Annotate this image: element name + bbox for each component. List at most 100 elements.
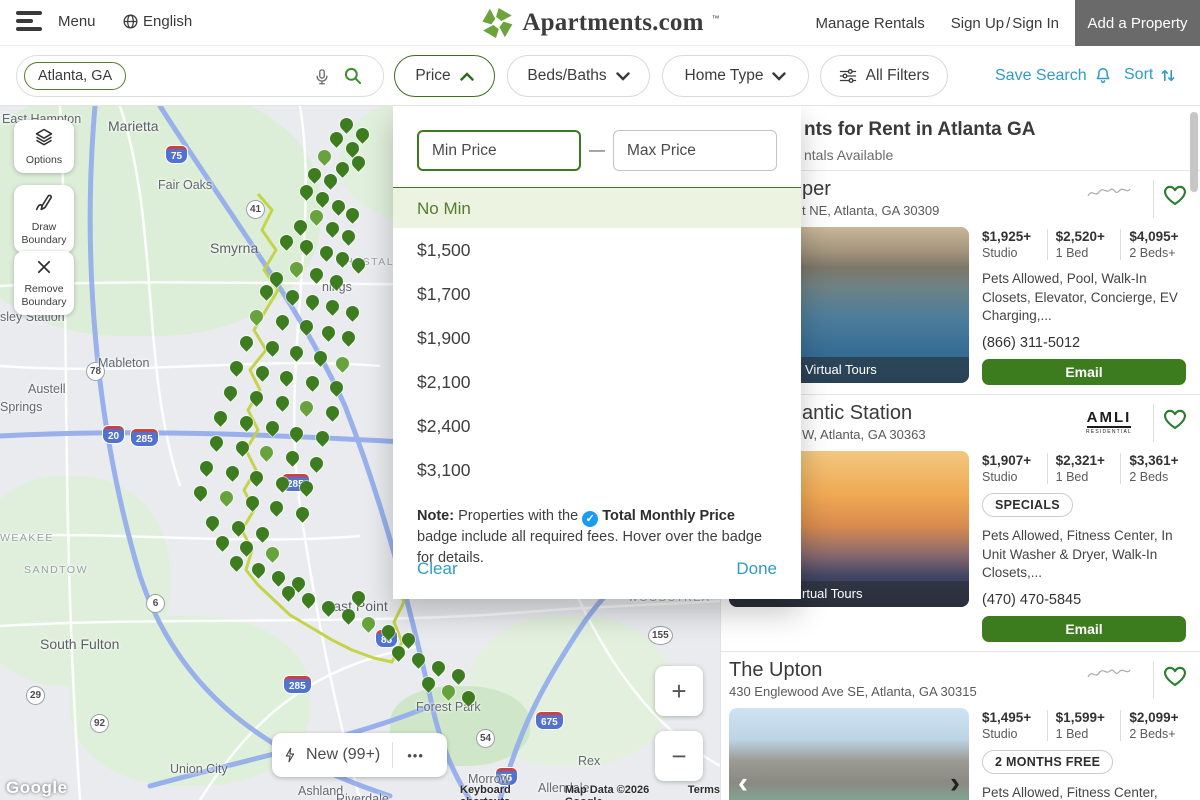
sign-in-link[interactable]: Sign In [1012, 15, 1059, 32]
divider [1047, 229, 1048, 260]
price-option[interactable]: $1,500 [393, 228, 801, 272]
new-listings-label: New (99+) [306, 746, 380, 764]
price-cell: $2,520+1 Bed [1056, 229, 1113, 260]
management-script-logo [1086, 185, 1132, 201]
sign-up-link[interactable]: Sign Up [951, 15, 1004, 32]
results-count: ntals Available [804, 147, 893, 163]
clear-button[interactable]: Clear [417, 559, 458, 579]
terms-link[interactable]: Terms [688, 784, 720, 800]
map-place-label: Rex [578, 754, 600, 768]
price-option[interactable]: $2,400 [393, 404, 801, 448]
sort-link[interactable]: Sort [1124, 66, 1176, 84]
amenities-text: Pets Allowed, Pool, Walk-In Closets, Ele… [982, 270, 1186, 326]
map-place-label: Smyrna [210, 240, 258, 256]
location-chip[interactable]: Atlanta, GA [24, 62, 126, 90]
apartments-logo[interactable]: Apartments.com™ [480, 6, 719, 40]
min-price-input[interactable] [417, 130, 581, 171]
carousel-prev-icon[interactable]: ‹ [738, 768, 748, 798]
search-icon[interactable] [343, 66, 363, 91]
listing-address: 430 Englewood Ave SE, Atlanta, GA 30315 [729, 684, 977, 699]
phone-number[interactable]: (470) 470-5845 [982, 592, 1186, 608]
listing-photo[interactable]: ‹› [729, 708, 969, 800]
microphone-icon[interactable] [313, 66, 331, 93]
divider [1047, 453, 1048, 484]
favorite-heart-icon[interactable] [1162, 663, 1188, 694]
location-search-input[interactable]: Atlanta, GA [16, 55, 384, 97]
logo-text: Apartments.com [522, 9, 703, 37]
top-header: Menu English Apartments.com™ Manage Rent… [0, 0, 1200, 46]
language-selector[interactable]: English [143, 13, 192, 30]
carousel-next-icon[interactable]: › [950, 768, 960, 798]
map-place-label: WEAKEE [0, 532, 54, 544]
map-data-attribution[interactable]: Map Data ©2026 Google [565, 784, 672, 800]
favorite-heart-icon[interactable] [1162, 406, 1188, 437]
price-option[interactable]: $3,100 [393, 448, 801, 492]
special-offer-badge: SPECIALS [982, 493, 1073, 517]
price-option[interactable]: $1,900 [393, 316, 801, 360]
home-type-filter-button[interactable]: Home Type [662, 55, 809, 97]
panel-scrollbar[interactable] [1190, 112, 1198, 192]
done-button[interactable]: Done [736, 559, 777, 579]
pinwheel-icon [480, 6, 514, 40]
map-place-label: Springs [0, 400, 42, 414]
map-attribution: Keyboard shortcuts Map Data ©2026 Google T… [460, 784, 720, 800]
highway-shield: 92 [90, 714, 109, 733]
unit-type-label: Studio [982, 727, 1039, 741]
zoom-out-button[interactable]: − [655, 731, 703, 781]
filter-bar: Atlanta, GA Price Beds/Baths Home Type A… [0, 46, 1200, 106]
manage-rentals-link[interactable]: Manage Rentals [816, 15, 925, 32]
price-range-separator: — [581, 142, 613, 160]
save-search-link[interactable]: Save Search [995, 66, 1112, 85]
price-filter-button[interactable]: Price [394, 55, 495, 97]
listing-address: W, Atlanta, GA 30363 [802, 427, 926, 442]
divider [1153, 661, 1154, 699]
amenities-text: Pets Allowed, Fitness Center, Pool, High… [982, 784, 1186, 800]
chevron-up-icon [460, 72, 474, 81]
lightning-icon [282, 745, 298, 765]
price-options-list: $1,500$1,700$1,900$2,100$2,400$3,100 [393, 228, 801, 492]
listing-title[interactable]: The Upton [729, 659, 977, 682]
zoom-in-button[interactable]: + [655, 666, 703, 716]
draw-boundary-button[interactable]: DrawBoundary [14, 185, 74, 253]
listing-title[interactable]: antic Station [802, 402, 926, 425]
listing-address: t NE, Atlanta, GA 30309 [802, 203, 939, 218]
price-row: $1,907+Studio$2,321+1 Bed$3,361+2 Beds [982, 453, 1186, 484]
all-filters-button[interactable]: All Filters [820, 55, 948, 97]
management-script-logo [1086, 666, 1132, 682]
email-button[interactable]: Email [982, 359, 1186, 385]
total-monthly-price-badge-icon: ✓ [582, 511, 598, 527]
google-logo: Google [6, 778, 68, 798]
listing-brand-logo: AMLIRESIDENTIAL [1078, 409, 1140, 436]
price-option[interactable]: $1,700 [393, 272, 801, 316]
highway-shield: 285 [284, 676, 311, 693]
price-option[interactable]: $2,100 [393, 360, 801, 404]
globe-icon [122, 13, 139, 35]
highway-shield: 155 [648, 626, 673, 645]
hamburger-menu-icon[interactable] [16, 11, 44, 35]
map-place-label: Marietta [108, 118, 159, 134]
remove-boundary-button[interactable]: RemoveBoundary [14, 251, 74, 315]
new-listings-button[interactable]: New (99+) ••• [272, 733, 447, 777]
email-button[interactable]: Email [982, 616, 1186, 642]
map-options-button[interactable]: Options [14, 120, 74, 173]
highway-shield: 75 [166, 146, 187, 163]
add-property-button[interactable]: Add a Property [1075, 0, 1200, 46]
price-value: $2,099+ [1129, 710, 1186, 725]
map-place-label: Austell [28, 382, 66, 396]
listing-brand-logo [1078, 666, 1140, 687]
max-price-input[interactable] [613, 130, 777, 171]
price-dropdown-panel: — No Min $1,500$1,700$1,900$2,100$2,400$… [393, 106, 801, 599]
menu-label[interactable]: Menu [58, 13, 96, 30]
price-cell: $1,599+1 Bed [1056, 710, 1113, 741]
sort-arrows-icon [1160, 67, 1176, 84]
beds-baths-filter-button[interactable]: Beds/Baths [507, 55, 650, 97]
price-option-no-min[interactable]: No Min [393, 187, 801, 228]
price-row: $1,925+Studio$2,520+1 Bed$4,095+2 Beds+ [982, 229, 1186, 260]
listing-title[interactable]: per [802, 178, 939, 201]
favorite-heart-icon[interactable] [1162, 182, 1188, 213]
keyboard-shortcuts-link[interactable]: Keyboard shortcuts [460, 784, 549, 800]
chevron-down-icon [616, 72, 630, 81]
more-options-icon[interactable]: ••• [401, 748, 430, 763]
phone-number[interactable]: (866) 311-5012 [982, 335, 1186, 351]
price-cell: $1,925+Studio [982, 229, 1039, 260]
